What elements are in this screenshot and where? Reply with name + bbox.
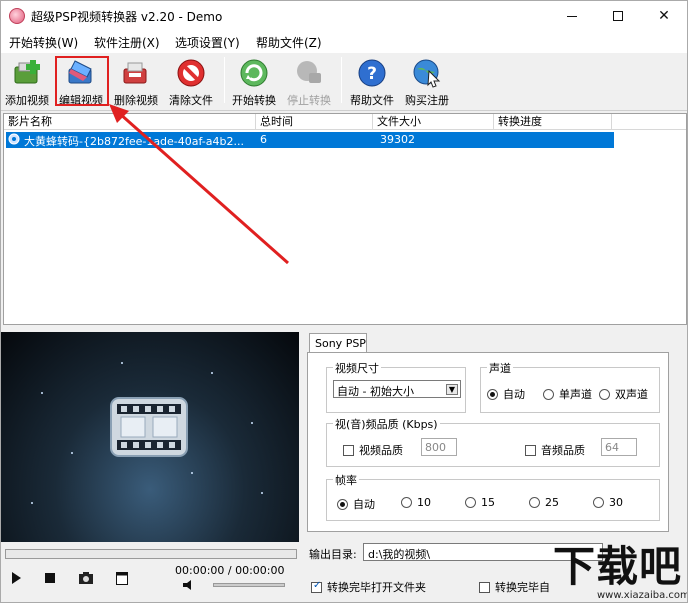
app-window: 超级PSP视频转换器 v2.20 - Demo ✕ 开始转换(W) 软件注册(X… bbox=[0, 0, 688, 603]
framerate-30-radio[interactable]: 30 bbox=[593, 496, 623, 509]
channel-mono-radio[interactable]: 单声道 bbox=[543, 386, 592, 402]
framerate-10-radio[interactable]: 10 bbox=[401, 496, 431, 509]
seek-bar[interactable] bbox=[5, 549, 297, 559]
play-button[interactable] bbox=[7, 569, 25, 587]
video-size-label: 视频尺寸 bbox=[333, 360, 381, 376]
quality-label: 视(音)频品质 (Kbps) bbox=[333, 416, 440, 432]
framerate-label: 帧率 bbox=[333, 472, 359, 488]
framerate-25-radio[interactable]: 25 bbox=[529, 496, 559, 509]
channel-auto-radio[interactable]: 自动 bbox=[487, 386, 525, 402]
output-dir-label: 输出目录: bbox=[309, 548, 357, 561]
video-size-select[interactable]: 自动 - 初始大小 ▼ bbox=[333, 380, 461, 398]
site-watermark: 下载吧 www.xiazaiba.com bbox=[553, 544, 687, 602]
video-size-group: 视频尺寸 自动 - 初始大小 ▼ bbox=[326, 360, 466, 413]
volume-slider[interactable] bbox=[213, 583, 285, 587]
audio-channel-group: 声道 自动 单声道 双声道 bbox=[480, 360, 660, 413]
framerate-auto-radio[interactable]: 自动 bbox=[337, 496, 375, 512]
volume-icon[interactable] bbox=[183, 580, 195, 590]
settings-panel: 视频尺寸 自动 - 初始大小 ▼ 声道 自动 单声道 双声道 视(音)频品质 (… bbox=[307, 352, 669, 532]
stop-button[interactable] bbox=[41, 569, 59, 587]
watermark-text: 下载吧 bbox=[553, 542, 683, 591]
video-quality-input[interactable]: 800 bbox=[421, 438, 457, 456]
audio-channel-label: 声道 bbox=[487, 360, 513, 376]
open-folder-after-checkbox[interactable]: 转换完毕打开文件夹 bbox=[311, 579, 426, 595]
stop-square-icon bbox=[45, 573, 55, 583]
watermark-site: www.xiazaiba.com bbox=[597, 590, 688, 601]
time-display: 00:00:00 / 00:00:00 bbox=[175, 564, 285, 577]
audio-quality-input[interactable]: 64 bbox=[601, 438, 637, 456]
quality-group: 视(音)频品质 (Kbps) 视频品质 800 音频品质 64 bbox=[326, 416, 660, 467]
film-strip-icon bbox=[110, 397, 188, 457]
camera-icon bbox=[79, 572, 93, 584]
chevron-down-icon: ▼ bbox=[446, 384, 458, 395]
video-quality-checkbox[interactable]: 视频品质 bbox=[343, 442, 403, 458]
fullscreen-button[interactable] bbox=[113, 569, 131, 587]
window-icon bbox=[116, 571, 128, 585]
channel-stereo-radio[interactable]: 双声道 bbox=[599, 386, 648, 402]
audio-quality-checkbox[interactable]: 音频品质 bbox=[525, 442, 585, 458]
video-size-value: 自动 - 初始大小 bbox=[337, 385, 414, 398]
framerate-15-radio[interactable]: 15 bbox=[465, 496, 495, 509]
video-preview bbox=[1, 332, 299, 542]
tab-sony-psp[interactable]: Sony PSP bbox=[309, 333, 367, 353]
after-convert-checkbox[interactable]: 转换完毕自 bbox=[479, 579, 550, 595]
play-icon bbox=[12, 572, 21, 584]
snapshot-button[interactable] bbox=[77, 569, 95, 587]
framerate-group: 帧率 自动 10 15 25 30 bbox=[326, 472, 660, 521]
